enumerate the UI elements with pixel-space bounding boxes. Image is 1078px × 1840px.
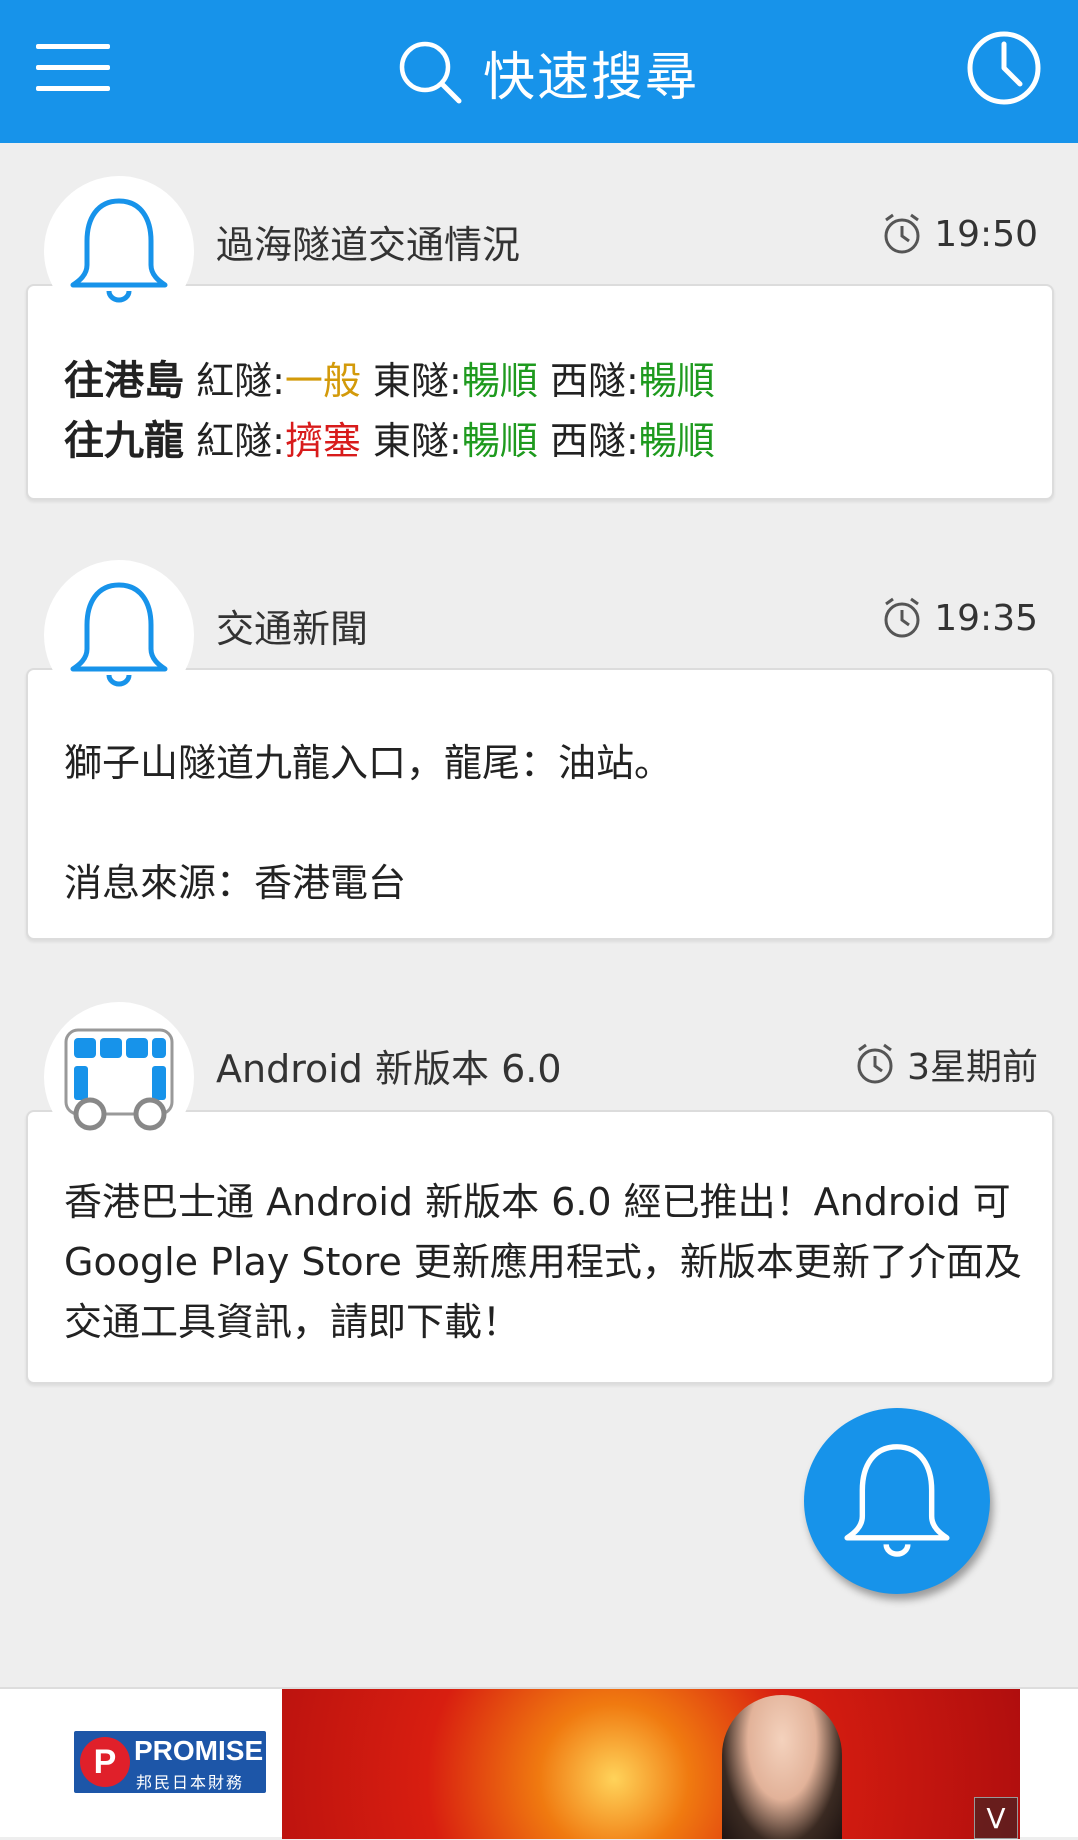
card-title: 交通新聞 [216, 607, 369, 651]
card-time: 19:35 [880, 596, 1038, 640]
traffic-news-card[interactable]: 獅子山隧道九龍入口，龍尾：油站。 消息來源：香港電台 [26, 668, 1054, 940]
alarm-clock-icon [857, 1043, 893, 1084]
ad-image[interactable] [282, 1689, 1020, 1839]
red-tunnel-status: 一般 [284, 359, 361, 403]
red-tunnel-label: 紅隧: [196, 419, 285, 463]
search-icon [399, 41, 462, 104]
news-source: 消息來源：香港電台 [64, 861, 407, 905]
promise-sub: 邦民日本財務 [136, 1773, 245, 1792]
bell-icon [844, 1444, 950, 1557]
card-time: 3星期前 [853, 1038, 1038, 1090]
east-tunnel-label: 東隧: [373, 359, 462, 403]
west-tunnel-label: 西隧: [549, 419, 639, 463]
quick-search-button[interactable]: 快速搜尋 [395, 32, 699, 112]
card-title: Android 新版本 6.0 [216, 1047, 562, 1091]
time-text: 19:50 [934, 213, 1038, 255]
search-label: 快速搜尋 [483, 47, 700, 108]
bell-icon [44, 560, 194, 710]
promise-logo: P PROMISE 邦民日本財務 [74, 1731, 266, 1793]
tunnel-status-card[interactable]: 往港島 紅隧:一般 東隧:暢順 西隧:暢順 往九龍 紅隧:擠塞 東隧:暢順 西隧… [26, 284, 1054, 500]
direction-label: 往九龍 [64, 418, 184, 464]
bus-icon [44, 1002, 194, 1152]
tunnel-row-kowloon: 往九龍 紅隧:擠塞 東隧:暢順 西隧:暢順 [64, 408, 715, 466]
west-tunnel-label: 西隧: [549, 359, 639, 403]
promise-brand: PROMISE [134, 1735, 264, 1766]
east-tunnel-label: 東隧: [373, 419, 462, 463]
red-tunnel-label: 紅隧: [196, 359, 285, 403]
red-tunnel-status: 擠塞 [284, 419, 361, 463]
update-message: 香港巴士通 Android 新版本 6.0 經已推出！Android 可 Goo… [64, 1180, 1022, 1344]
west-tunnel-status: 暢順 [638, 359, 715, 403]
west-tunnel-status: 暢順 [638, 419, 715, 463]
ad-banner[interactable]: P PROMISE 邦民日本財務 V [0, 1687, 1078, 1839]
menu-icon[interactable] [36, 40, 114, 96]
time-text: 19:35 [934, 597, 1038, 639]
card-time: 19:50 [880, 212, 1038, 256]
alarm-clock-icon [884, 213, 920, 254]
east-tunnel-status: 暢順 [461, 359, 538, 403]
east-tunnel-status: 暢順 [461, 419, 538, 463]
android-update-card[interactable]: 香港巴士通 Android 新版本 6.0 經已推出！Android 可 Goo… [26, 1110, 1054, 1384]
news-text: 獅子山隧道九龍入口，龍尾：油站。 [64, 741, 673, 785]
bell-icon [44, 176, 194, 326]
time-text: 3星期前 [907, 1047, 1038, 1088]
clock-history-icon[interactable] [966, 30, 1042, 106]
notification-fab-button[interactable] [804, 1408, 990, 1594]
app-bar: 快速搜尋 [0, 0, 1078, 143]
alarm-clock-icon [884, 597, 920, 638]
ad-model-figure [722, 1695, 842, 1839]
card-title: 過海隧道交通情況 [216, 223, 521, 267]
ad-close-button[interactable]: V [974, 1797, 1018, 1839]
promise-p-mark: P [80, 1737, 130, 1787]
tunnel-row-hk-island: 往港島 紅隧:一般 東隧:暢順 西隧:暢順 [64, 348, 715, 406]
direction-label: 往港島 [64, 358, 184, 404]
